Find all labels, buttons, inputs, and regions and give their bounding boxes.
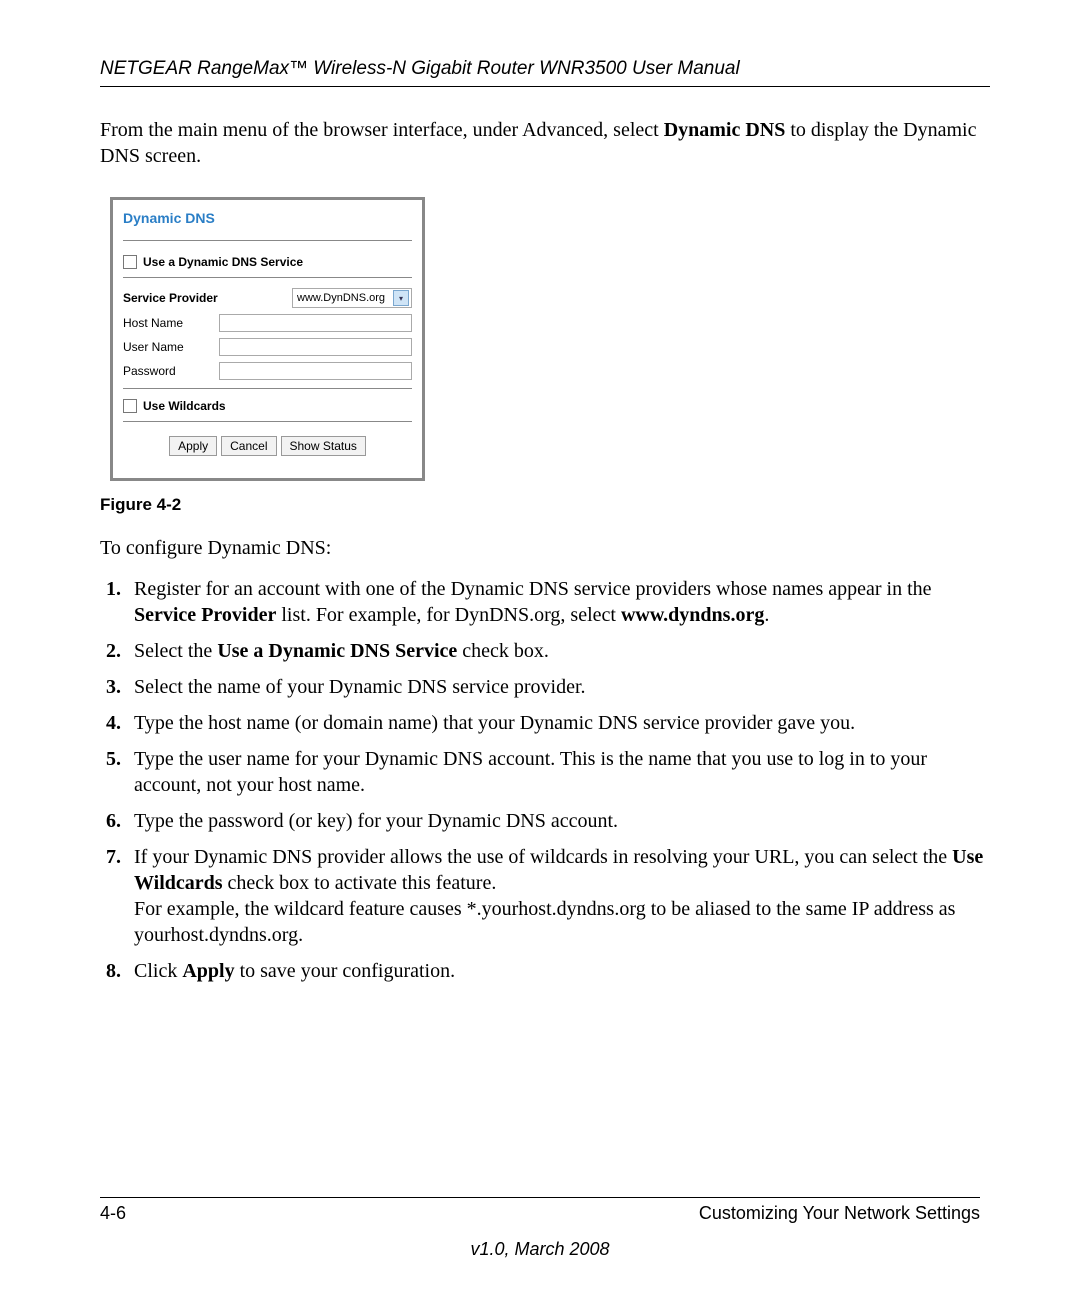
step-8-post: to save your configuration. — [235, 960, 456, 982]
intro-bold: Dynamic DNS — [664, 119, 786, 141]
intro-paragraph: From the main menu of the browser interf… — [100, 117, 990, 169]
step-6: Type the password (or key) for your Dyna… — [126, 808, 990, 834]
use-wildcards-row: Use Wildcards — [123, 399, 412, 413]
configure-heading: To configure Dynamic DNS: — [100, 537, 990, 560]
step-5: Type the user name for your Dynamic DNS … — [126, 746, 990, 798]
step-2: Select the Use a Dynamic DNS Service che… — [126, 638, 990, 664]
step-2-bold: Use a Dynamic DNS Service — [217, 640, 457, 662]
step-1-pre: Register for an account with one of the … — [134, 578, 932, 600]
step-8-bold: Apply — [182, 960, 234, 982]
footer-divider — [100, 1197, 980, 1198]
footer-version: v1.0, March 2008 — [0, 1239, 1080, 1260]
step-1-mid: list. For example, for DynDNS.org, selec… — [276, 604, 621, 626]
intro-pre: From the main menu of the browser interf… — [100, 119, 664, 141]
use-dynamic-dns-checkbox[interactable] — [123, 255, 137, 269]
host-name-input[interactable] — [219, 314, 412, 332]
step-2-post: check box. — [457, 640, 549, 662]
step-4: Type the host name (or domain name) that… — [126, 710, 990, 736]
figure-caption: Figure 4-2 — [100, 495, 990, 515]
step-3: Select the name of your Dynamic DNS serv… — [126, 674, 990, 700]
use-wildcards-checkbox[interactable] — [123, 399, 137, 413]
step-1-post: . — [764, 604, 769, 626]
running-header: NETGEAR RangeMax™ Wireless-N Gigabit Rou… — [100, 58, 990, 87]
page-number: 4-6 — [100, 1203, 126, 1224]
user-name-label: User Name — [123, 340, 219, 354]
service-provider-label: Service Provider — [123, 291, 219, 305]
apply-button[interactable]: Apply — [169, 436, 217, 456]
dynamic-dns-panel: Dynamic DNS Use a Dynamic DNS Service Se… — [110, 197, 425, 481]
use-wildcards-label: Use Wildcards — [143, 399, 226, 413]
step-2-pre: Select the — [134, 640, 217, 662]
service-provider-select[interactable]: www.DynDNS.org ▾ — [292, 288, 412, 308]
footer-section: Customizing Your Network Settings — [699, 1203, 980, 1224]
step-8: Click Apply to save your configuration. — [126, 958, 990, 984]
step-1-bold-1: Service Provider — [134, 604, 276, 626]
step-1-bold-2: www.dyndns.org — [621, 604, 764, 626]
password-input[interactable] — [219, 362, 412, 380]
cancel-button[interactable]: Cancel — [221, 436, 276, 456]
step-7: If your Dynamic DNS provider allows the … — [126, 844, 990, 948]
use-dynamic-dns-label: Use a Dynamic DNS Service — [143, 255, 303, 269]
user-name-input[interactable] — [219, 338, 412, 356]
step-1: Register for an account with one of the … — [126, 576, 990, 628]
show-status-button[interactable]: Show Status — [281, 436, 366, 456]
step-8-pre: Click — [134, 960, 182, 982]
panel-title: Dynamic DNS — [123, 210, 412, 226]
step-7-pre: If your Dynamic DNS provider allows the … — [134, 846, 952, 868]
steps-list: Register for an account with one of the … — [100, 576, 990, 984]
footer-row: 4-6 Customizing Your Network Settings — [100, 1203, 980, 1224]
chevron-down-icon: ▾ — [393, 290, 409, 306]
step-7-post: For example, the wildcard feature causes… — [134, 898, 955, 946]
password-label: Password — [123, 364, 219, 378]
use-dynamic-dns-row: Use a Dynamic DNS Service — [123, 255, 412, 269]
step-7-mid: check box to activate this feature. — [223, 872, 497, 894]
service-provider-value: www.DynDNS.org — [297, 292, 385, 304]
host-name-label: Host Name — [123, 316, 219, 330]
